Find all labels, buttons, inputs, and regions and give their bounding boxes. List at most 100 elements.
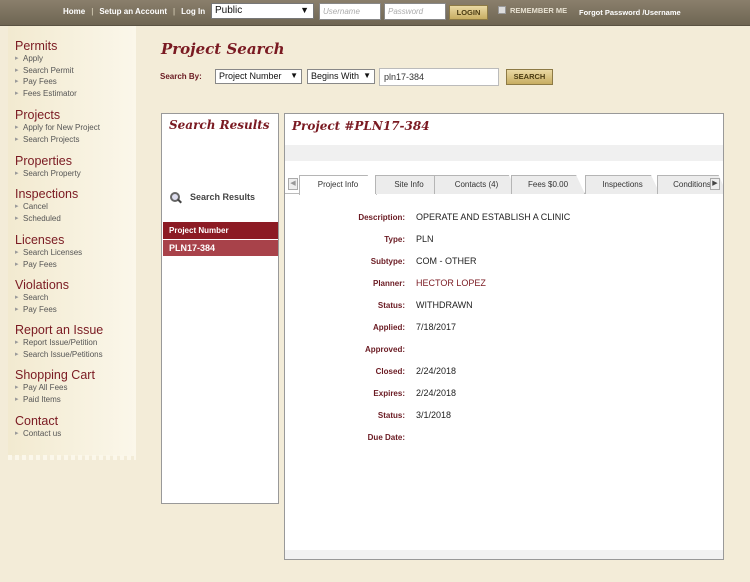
sidebar-item[interactable]: Pay All Fees	[15, 382, 95, 394]
field-value: COM - OTHER	[416, 256, 477, 266]
nav-group-title[interactable]: Shopping Cart	[15, 368, 95, 382]
sidebar-item[interactable]: Paid Items	[15, 394, 95, 406]
tab-fees[interactable]: Fees $0.00	[511, 175, 585, 194]
home-link[interactable]: Home	[63, 7, 85, 16]
tab-site-info[interactable]: Site Info	[375, 175, 443, 194]
sidebar-item[interactable]: Apply for New Project	[15, 122, 100, 134]
sidebar-item[interactable]: Search	[15, 292, 69, 304]
field-row: Planner: HECTOR LOPEZ	[285, 276, 723, 298]
search-results-link-label: Search Results	[190, 192, 256, 202]
chevron-down-icon: ▼	[290, 71, 298, 80]
nav-group: ContactContact us	[15, 414, 61, 440]
search-results-panel: Search Results Search Results Project Nu…	[161, 113, 279, 504]
field-label: Status:	[377, 301, 405, 310]
field-value: 7/18/2017	[416, 322, 457, 332]
nav-group-title[interactable]: Inspections	[15, 187, 78, 201]
search-button[interactable]: SEARCH	[506, 69, 553, 85]
sidebar-item[interactable]: Cancel	[15, 201, 78, 213]
tab-scroll-left-icon[interactable]: ◀	[288, 178, 298, 190]
remember-me[interactable]: REMEMBER ME	[498, 6, 567, 15]
field-row: Applied: 7/18/2017	[285, 320, 723, 342]
login-button[interactable]: LOGIN	[449, 5, 488, 20]
nav-group-title[interactable]: Projects	[15, 108, 100, 122]
results-column-header[interactable]: Project Number	[163, 222, 278, 239]
field-row: Status: WITHDRAWN	[285, 298, 723, 320]
tab-project-info[interactable]: Project Info	[299, 175, 377, 195]
nav-group: ViolationsSearchPay Fees	[15, 278, 69, 315]
nav-group: Shopping CartPay All FeesPaid Items	[15, 368, 95, 405]
sidebar-item[interactable]: Contact us	[15, 428, 61, 440]
log-in-link[interactable]: Log In	[181, 7, 205, 16]
field-label: Planner:	[372, 279, 405, 288]
search-field-value: Project Number	[219, 71, 282, 81]
separator: |	[173, 7, 176, 16]
table-row[interactable]: PLN17-384	[163, 240, 278, 256]
sidebar-item[interactable]: Pay Fees	[15, 259, 82, 271]
sidebar-item[interactable]: Pay Fees	[15, 76, 77, 88]
search-operator-select[interactable]: Begins With ▼	[307, 69, 375, 84]
field-row: Type: PLN	[285, 232, 723, 254]
search-input[interactable]: pln17-384	[379, 68, 499, 86]
account-type-value: Public	[215, 5, 243, 16]
sidebar-item[interactable]: Scheduled	[15, 213, 78, 225]
top-links: Home | Setup an Account | Log In	[63, 7, 205, 16]
field-value: PLN	[416, 234, 434, 244]
nav-group-title[interactable]: Contact	[15, 414, 61, 428]
field-label: Approved:	[365, 345, 405, 354]
nav-group: PropertiesSearch Property	[15, 154, 81, 180]
field-label: Closed:	[375, 367, 405, 376]
field-label: Type:	[384, 235, 405, 244]
nav-group-title[interactable]: Permits	[15, 39, 77, 53]
nav-group-title[interactable]: Properties	[15, 154, 81, 168]
field-row: Description: OPERATE AND ESTABLISH A CLIN…	[285, 210, 723, 232]
sidebar-item[interactable]: Search Property	[15, 168, 81, 180]
field-label: Subtype:	[370, 257, 405, 266]
field-value[interactable]: HECTOR LOPEZ	[416, 278, 486, 288]
magnifier-icon	[170, 192, 180, 202]
forgot-password-link[interactable]: Forgot Password /Username	[579, 8, 681, 17]
sidebar-item[interactable]: Apply	[15, 53, 77, 65]
nav-group: ProjectsApply for New ProjectSearch Proj…	[15, 108, 100, 145]
search-field-select[interactable]: Project Number ▼	[215, 69, 302, 84]
separator: |	[91, 7, 94, 16]
field-value: 2/24/2018	[416, 366, 457, 376]
field-value: OPERATE AND ESTABLISH A CLINIC	[416, 212, 571, 222]
password-input[interactable]: Password	[384, 3, 446, 20]
sidebar-item[interactable]: Search Licenses	[15, 247, 82, 259]
field-row: Approved:	[285, 342, 723, 364]
sidebar-item[interactable]: Fees Estimator	[15, 88, 77, 100]
project-detail-panel: Project #PLN17-384 ◀ Project Info Site I…	[284, 113, 724, 560]
sidebar-item[interactable]: Search Projects	[15, 134, 100, 146]
account-type-select[interactable]: Public ▼	[211, 3, 314, 19]
sidebar-item[interactable]: Report Issue/Petition	[15, 337, 103, 349]
nav-group: Report an IssueReport Issue/PetitionSear…	[15, 323, 103, 360]
tab-scroll-right-icon[interactable]: ▶	[710, 178, 720, 190]
tab-bar: ◀ Project Info Site Info Contacts (4) Fe…	[285, 174, 723, 195]
nav-group-title[interactable]: Violations	[15, 278, 69, 292]
field-label: Applied:	[373, 323, 405, 332]
sidebar-item[interactable]: Search Issue/Petitions	[15, 349, 103, 361]
chevron-down-icon: ▼	[300, 5, 309, 15]
header-band	[285, 145, 723, 161]
tab-contacts[interactable]: Contacts (4)	[434, 175, 519, 194]
remember-checkbox[interactable]	[498, 6, 506, 14]
field-label: Due Date:	[367, 433, 405, 442]
sidebar-edge	[8, 455, 136, 460]
field-row: Closed: 2/24/2018	[285, 364, 723, 386]
search-results-link[interactable]: Search Results	[170, 192, 255, 202]
field-row: Status: 3/1/2018	[285, 408, 723, 430]
sidebar-item[interactable]: Pay Fees	[15, 304, 69, 316]
field-label: Expires:	[373, 389, 405, 398]
tab-inspections[interactable]: Inspections	[585, 175, 660, 194]
field-value: 2/24/2018	[416, 388, 457, 398]
field-value: WITHDRAWN	[416, 300, 473, 310]
setup-account-link[interactable]: Setup an Account	[99, 7, 167, 16]
nav-group-title[interactable]: Licenses	[15, 233, 82, 247]
username-input[interactable]: Username	[319, 3, 381, 20]
nav-group: InspectionsCancelScheduled	[15, 187, 78, 224]
remember-label: REMEMBER ME	[510, 6, 568, 15]
sidebar-item[interactable]: Search Permit	[15, 65, 77, 77]
field-row: Due Date:	[285, 430, 723, 452]
search-results-title: Search Results	[169, 118, 270, 132]
nav-group-title[interactable]: Report an Issue	[15, 323, 103, 337]
